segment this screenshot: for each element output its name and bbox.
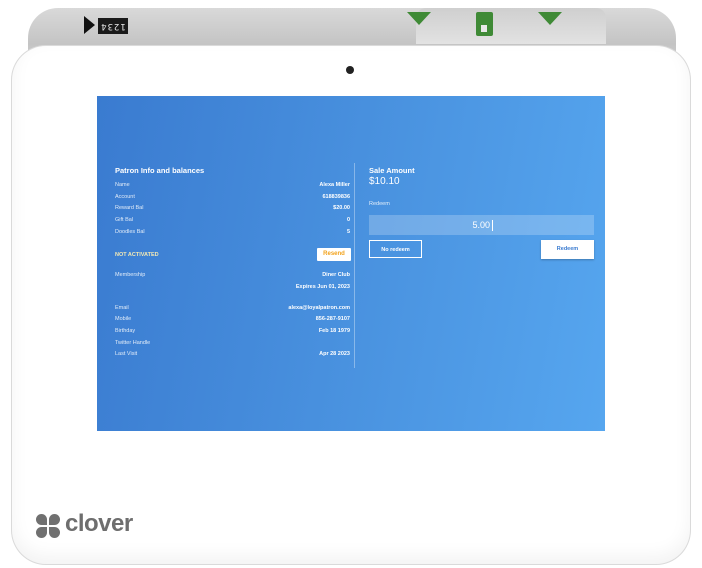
mobile-value: 856-287-9107 <box>315 316 350 322</box>
panel-divider <box>354 163 355 368</box>
mobile-label: Mobile <box>115 316 132 322</box>
birthday-value: Feb 18 1979 <box>318 328 350 334</box>
last-visit-label: Last Visit <box>115 351 138 357</box>
sale-title: Sale Amount <box>369 166 415 175</box>
membership-label: Membership <box>115 272 146 278</box>
gift-bal-value: 0 <box>346 217 350 223</box>
swipe-indicator-left-icon <box>407 12 431 25</box>
account-value: 618839836 <box>322 194 350 200</box>
membership-expires: Expires Jun 01, 2023 <box>295 284 350 290</box>
twitter-label: Twitter Handle <box>115 340 151 346</box>
redeem-input-value: 5.00 <box>472 220 490 230</box>
account-label: Account <box>115 194 135 200</box>
doodles-bal-value: 5 <box>346 229 350 235</box>
swipe-indicator-right-icon <box>538 12 562 25</box>
chip-slot-icon <box>476 12 493 36</box>
screen: Patron Info and balances Name Alexa Mill… <box>97 96 605 431</box>
redeem-button[interactable]: Redeem <box>541 240 594 259</box>
card-insert-arrow-icon <box>84 16 95 34</box>
card-number-label: 1234 <box>98 18 128 34</box>
redeem-input[interactable]: 5.00 <box>369 215 594 235</box>
gift-bal-label: Gift Bal <box>115 217 134 223</box>
patron-title: Patron Info and balances <box>115 166 205 175</box>
email-label: Email <box>115 305 129 311</box>
birthday-label: Birthday <box>115 328 136 334</box>
resend-button[interactable]: Resend <box>317 248 351 261</box>
name-label: Name <box>115 182 130 188</box>
text-caret <box>492 220 493 231</box>
no-redeem-button[interactable]: No redeem <box>369 240 422 258</box>
membership-value: Diner Club <box>322 272 350 278</box>
reward-bal-value: $20.00 <box>333 205 350 211</box>
doodles-bal-label: Doodles Bal <box>115 229 145 235</box>
status-badge: NOT ACTIVATED <box>115 252 159 258</box>
clover-leaf-icon <box>36 514 62 540</box>
last-visit-value: Apr 28 2023 <box>319 351 350 357</box>
reward-bal-label: Reward Bal <box>115 205 144 211</box>
card-slot-housing <box>416 8 606 44</box>
camera-icon <box>346 66 354 74</box>
brand-name: clover <box>65 510 133 537</box>
redeem-label: Redeem <box>369 201 390 207</box>
sale-amount: $10.10 <box>369 176 400 187</box>
name-value: Alexa Miller <box>319 182 350 188</box>
clover-device: 1234 Patron Info and balances Name Alexa… <box>0 0 702 568</box>
email-value: alexa@loyalpatron.com <box>288 305 350 311</box>
